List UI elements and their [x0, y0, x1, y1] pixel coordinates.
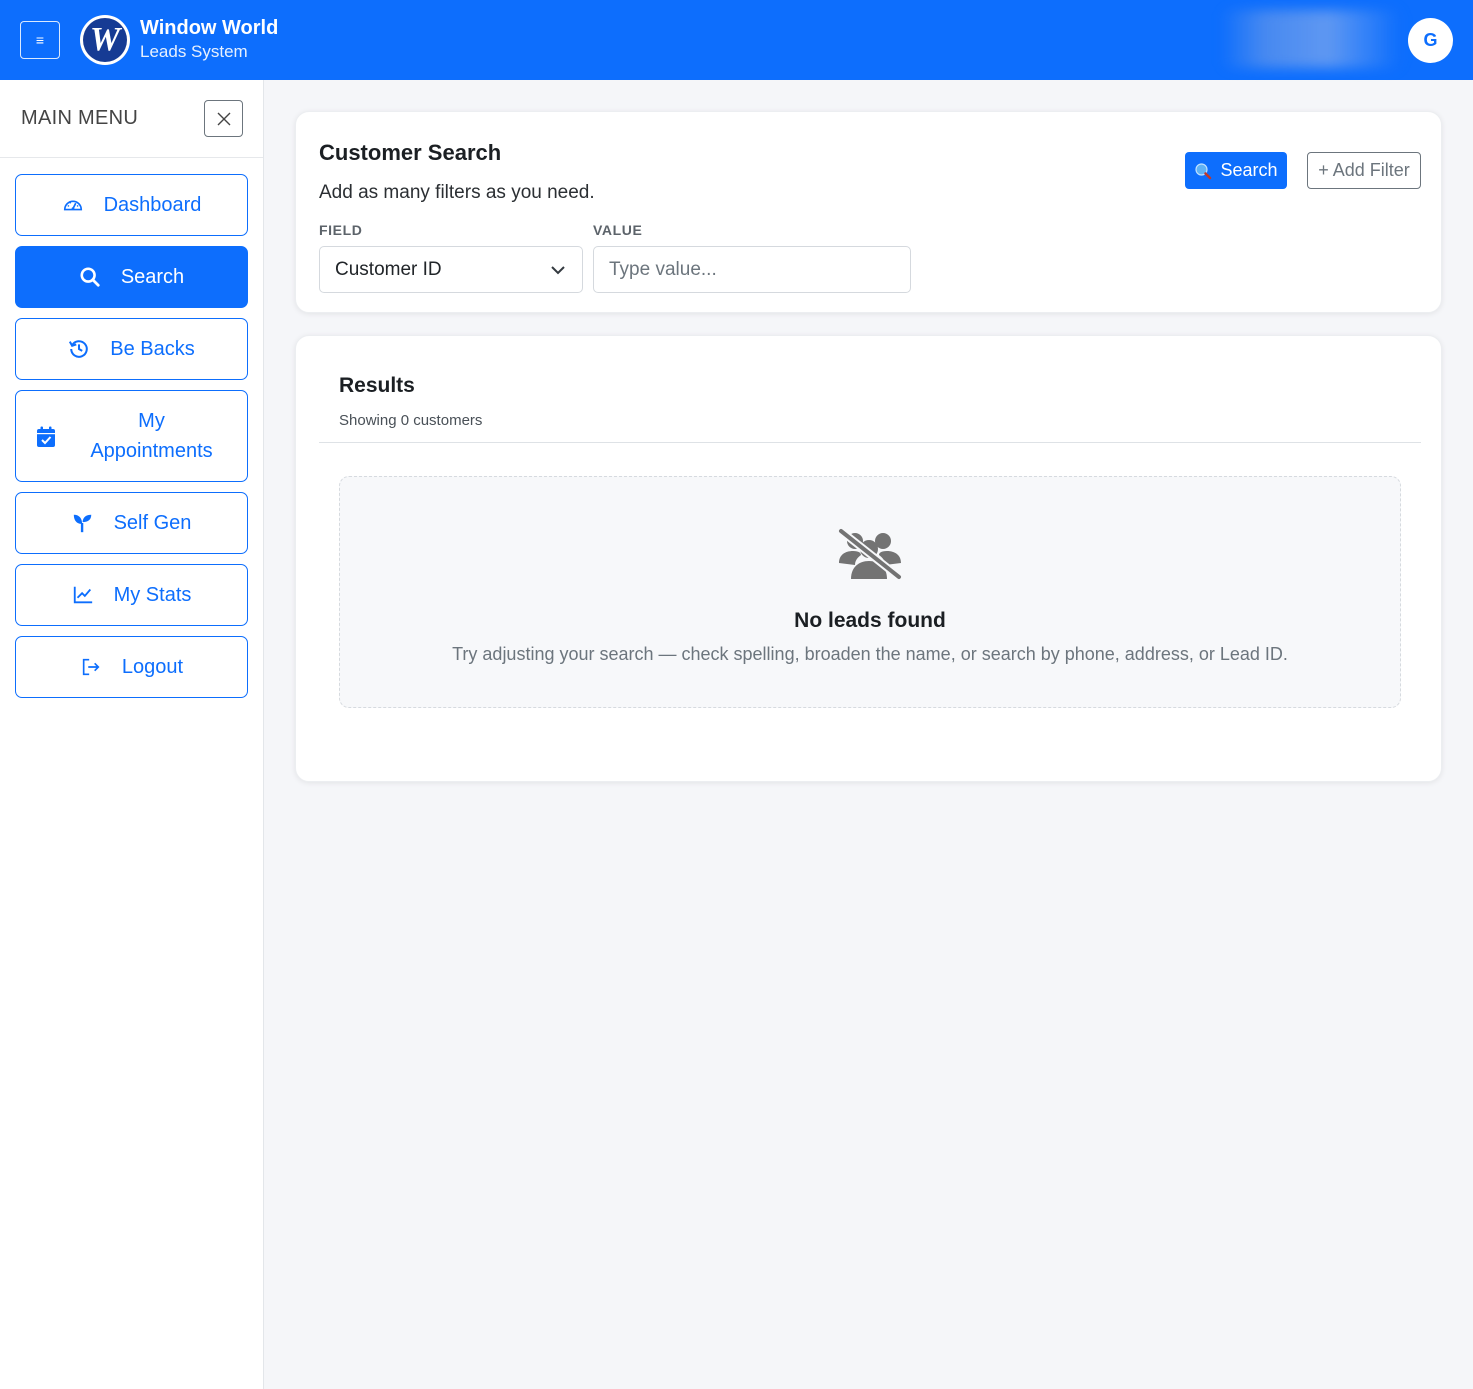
customer-search-title: Customer Search [319, 140, 502, 165]
results-divider [319, 442, 1421, 443]
sidebar-close-button[interactable] [204, 100, 243, 137]
value-label: VALUE [593, 222, 643, 238]
gauge-icon [62, 194, 84, 216]
results-count: Showing 0 customers [339, 412, 483, 429]
brand-subtitle: Leads System [140, 42, 248, 61]
search-button[interactable]: Search [1185, 152, 1287, 189]
logo-mark: W [83, 18, 127, 62]
sidebar-item-be-backs[interactable]: Be Backs [15, 318, 248, 380]
add-filter-button[interactable]: + Add Filter [1307, 152, 1421, 189]
sidebar-item-label: My Stats [113, 583, 192, 606]
sidebar-item-label: Be Backs [110, 337, 195, 360]
customer-search-subtitle: Add as many filters as you need. [319, 182, 595, 203]
sidebar-nav: Dashboard Search Be Backs My Appointment… [15, 174, 248, 708]
magnifier-icon [1195, 162, 1212, 179]
empty-state-title: No leads found [794, 609, 946, 632]
seedling-icon [72, 512, 94, 534]
empty-state: No leads found Try adjusting your search… [339, 476, 1401, 708]
top-navbar: ≡ W Window World Leads System G [0, 0, 1473, 80]
history-icon [68, 338, 90, 360]
sidebar-item-label: Dashboard [103, 193, 202, 216]
brand-title: Window World [140, 17, 279, 39]
sidebar-item-label: My Appointments [90, 410, 213, 462]
sidebar: MAIN MENU Dashboard Search Be Backs My A… [0, 80, 264, 1389]
sidebar-item-search[interactable]: Search [15, 246, 248, 308]
sidebar-item-label: Search [120, 265, 185, 288]
menu-toggle-button[interactable]: ≡ [20, 21, 60, 59]
search-icon [79, 266, 101, 288]
results-title: Results [339, 374, 415, 397]
user-avatar[interactable]: G [1408, 18, 1453, 63]
customer-search-card: Customer Search Add as many filters as y… [295, 111, 1442, 313]
users-slash-icon [838, 527, 902, 581]
sidebar-item-my-appointments[interactable]: My Appointments [15, 390, 248, 482]
sidebar-item-logout[interactable]: Logout [15, 636, 248, 698]
sidebar-item-label: Self Gen [113, 511, 192, 534]
results-card: Results Showing 0 customers No leads fou… [295, 335, 1442, 782]
sidebar-item-label: Logout [121, 655, 184, 678]
empty-state-text: Try adjusting your search — check spelli… [452, 644, 1288, 664]
brand-logo: W [80, 15, 130, 65]
sidebar-item-my-stats[interactable]: My Stats [15, 564, 248, 626]
chart-line-icon [72, 584, 94, 606]
field-label: FIELD [319, 222, 363, 238]
value-input[interactable] [593, 246, 911, 293]
sidebar-item-dashboard[interactable]: Dashboard [15, 174, 248, 236]
sidebar-title: MAIN MENU [21, 107, 139, 129]
hamburger-icon: ≡ [35, 32, 45, 48]
logout-icon [80, 656, 102, 678]
close-icon [217, 112, 230, 125]
field-select-value: Customer ID [335, 258, 442, 280]
field-select[interactable]: Customer ID [319, 246, 583, 293]
search-button-label: Search [1220, 160, 1278, 180]
sidebar-item-self-gen[interactable]: Self Gen [15, 492, 248, 554]
brand-text: Window World Leads System [140, 16, 278, 64]
calendar-check-icon [35, 426, 57, 448]
chevron-down-icon [551, 266, 565, 275]
user-name-redacted [1220, 10, 1400, 68]
